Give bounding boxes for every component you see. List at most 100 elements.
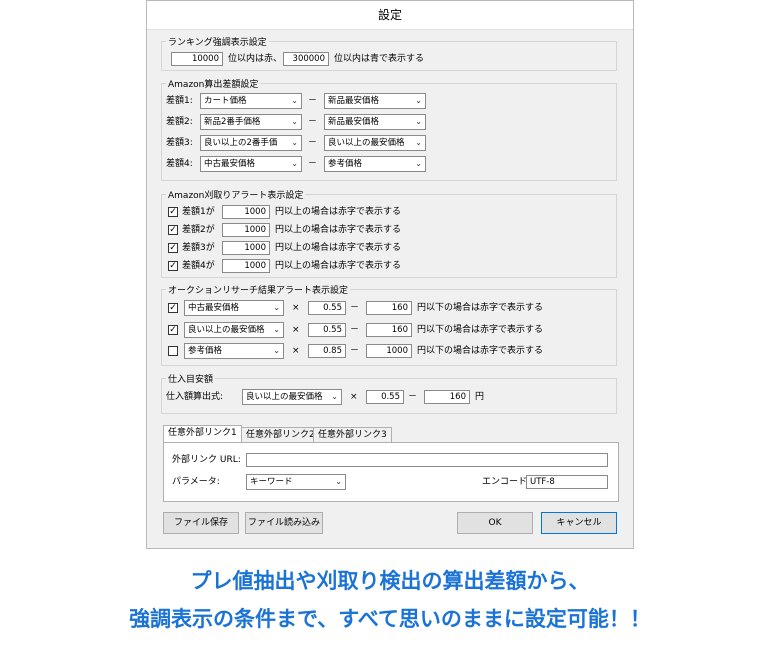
auction-minus-input[interactable]: 160: [366, 323, 412, 337]
settings-dialog: 設定 ランキング強調表示設定 10000 位以内は赤、 300000 位以内は青…: [146, 0, 634, 549]
ranking-red-input[interactable]: 10000: [171, 52, 223, 66]
diff-dash: －: [308, 159, 318, 169]
chevron-down-icon: ⌄: [415, 117, 422, 126]
tab-link-1[interactable]: 任意外部リンク1: [163, 425, 242, 443]
dash-sign: －: [408, 392, 418, 402]
auction-legend: オークションリサーチ結果アラート表示設定: [166, 283, 351, 296]
chevron-down-icon: ⌄: [331, 392, 338, 401]
ranking-blue-text: 位以内は青で表示する: [334, 54, 425, 64]
alert-row-label: 差額4が: [182, 261, 215, 271]
dash-sign: －: [350, 325, 360, 335]
auction-mult-input[interactable]: 0.85: [308, 344, 346, 358]
auction-minus-input[interactable]: 160: [366, 301, 412, 315]
auction-suffix: 円以下の場合は赤字で表示する: [417, 303, 544, 313]
purchase-group: 仕入目安額 仕入額算出式: 良い以上の最安価格 ⌄ × 0.55 － 160 円: [161, 372, 617, 414]
diff-right-select[interactable]: 新品最安価格 ⌄: [324, 114, 426, 130]
alert-value-input[interactable]: 1000: [222, 205, 270, 219]
chevron-down-icon: ⌄: [291, 159, 298, 168]
purchase-minus-input[interactable]: 160: [424, 390, 470, 404]
alert-row-label: 差額1が: [182, 207, 215, 217]
alert-value-input[interactable]: 1000: [222, 223, 270, 237]
param-label: パラメータ:: [172, 477, 220, 487]
alert-suffix: 円以上の場合は赤字で表示する: [275, 225, 402, 235]
alert-row-label: 差額3が: [182, 243, 215, 253]
save-file-button[interactable]: ファイル保存: [163, 512, 239, 534]
auction-select[interactable]: 良い以上の最安価格 ⌄: [184, 322, 284, 338]
alert-checkbox[interactable]: ✓: [168, 261, 178, 271]
purchase-select[interactable]: 良い以上の最安価格 ⌄: [242, 389, 342, 405]
ranking-blue-input[interactable]: 300000: [283, 52, 329, 66]
diff-right-select[interactable]: 新品最安価格 ⌄: [324, 93, 426, 109]
amazon-diff-group: Amazon算出差額設定 差額1: カート価格 ⌄ － 新品最安価格 ⌄ 差額2: …: [161, 77, 617, 181]
diff-left-select[interactable]: 新品2番手価格 ⌄: [200, 114, 302, 130]
diff-dash: －: [308, 138, 318, 148]
encode-label: エンコード:: [482, 477, 531, 487]
chevron-down-icon: ⌄: [415, 159, 422, 168]
amazon-diff-legend: Amazon算出差額設定: [166, 77, 261, 90]
auction-checkbox[interactable]: [168, 346, 178, 356]
diff-row-label: 差額2:: [166, 117, 193, 127]
diff-row-label: 差額4:: [166, 159, 193, 169]
auction-checkbox[interactable]: ✓: [168, 303, 178, 313]
ranking-red-text: 位以内は赤、: [228, 54, 283, 64]
purchase-label: 仕入額算出式:: [166, 392, 224, 402]
param-select[interactable]: キーワード ⌄: [246, 474, 346, 490]
diff-row-label: 差額3:: [166, 138, 193, 148]
diff-dash: －: [308, 96, 318, 106]
times-sign: ×: [292, 346, 300, 356]
url-input[interactable]: [246, 453, 608, 467]
alert-checkbox[interactable]: ✓: [168, 243, 178, 253]
purchase-legend: 仕入目安額: [166, 372, 216, 385]
caption-line-2: 強調表示の条件まで、すべて思いのままに設定可能！！: [129, 607, 651, 631]
alert-value-input[interactable]: 1000: [222, 241, 270, 255]
link-tab-panel: 外部リンク URL: パラメータ: キーワード ⌄ エンコード: UTF-8: [163, 442, 619, 502]
auction-checkbox[interactable]: ✓: [168, 325, 178, 335]
alert-suffix: 円以上の場合は赤字で表示する: [275, 207, 402, 217]
dash-sign: －: [350, 303, 360, 313]
diff-right-select[interactable]: 参考価格 ⌄: [324, 156, 426, 172]
diff-left-select[interactable]: カート価格 ⌄: [200, 93, 302, 109]
chevron-down-icon: ⌄: [291, 117, 298, 126]
chevron-down-icon: ⌄: [415, 96, 422, 105]
alert-row-label: 差額2が: [182, 225, 215, 235]
tab-link-2[interactable]: 任意外部リンク2: [241, 427, 320, 443]
times-sign: ×: [350, 392, 358, 402]
tab-link-3[interactable]: 任意外部リンク3: [313, 427, 392, 443]
alert-legend: Amazon刈取りアラート表示設定: [166, 188, 306, 201]
chevron-down-icon: ⌄: [291, 96, 298, 105]
url-label: 外部リンク URL:: [172, 455, 241, 465]
chevron-down-icon: ⌄: [273, 303, 280, 312]
chevron-down-icon: ⌄: [335, 477, 342, 486]
diff-row-label: 差額1:: [166, 96, 193, 106]
dialog-title: 設定: [147, 1, 633, 30]
chevron-down-icon: ⌄: [273, 346, 280, 355]
auction-mult-input[interactable]: 0.55: [308, 301, 346, 315]
dash-sign: －: [350, 346, 360, 356]
auction-minus-input[interactable]: 1000: [366, 344, 412, 358]
chevron-down-icon: ⌄: [273, 325, 280, 334]
times-sign: ×: [292, 325, 300, 335]
purchase-unit: 円: [475, 392, 485, 402]
auction-select[interactable]: 参考価格 ⌄: [184, 343, 284, 359]
ranking-legend: ランキング強調表示設定: [166, 35, 269, 48]
diff-dash: －: [308, 117, 318, 127]
auction-group: オークションリサーチ結果アラート表示設定 ✓ 中古最安価格 ⌄ × 0.55 － …: [161, 283, 617, 366]
alert-checkbox[interactable]: ✓: [168, 207, 178, 217]
diff-right-select[interactable]: 良い以上の最安価格 ⌄: [324, 135, 426, 151]
auction-select[interactable]: 中古最安価格 ⌄: [184, 300, 284, 316]
purchase-mult-input[interactable]: 0.55: [366, 390, 404, 404]
diff-left-select[interactable]: 良い以上の2番手価 ⌄: [200, 135, 302, 151]
caption-line-1: プレ値抽出や刈取り検出の算出差額から、: [190, 569, 590, 593]
alert-checkbox[interactable]: ✓: [168, 225, 178, 235]
chevron-down-icon: ⌄: [415, 138, 422, 147]
alert-group: Amazon刈取りアラート表示設定 ✓ 差額1が 1000 円以上の場合は赤字で…: [161, 188, 617, 278]
alert-value-input[interactable]: 1000: [222, 259, 270, 273]
diff-left-select[interactable]: 中古最安価格 ⌄: [200, 156, 302, 172]
times-sign: ×: [292, 303, 300, 313]
encode-input[interactable]: UTF-8: [526, 475, 608, 489]
ok-button[interactable]: OK: [457, 512, 533, 534]
load-file-button[interactable]: ファイル読み込み: [245, 512, 323, 534]
auction-mult-input[interactable]: 0.55: [308, 323, 346, 337]
ranking-group: ランキング強調表示設定 10000 位以内は赤、 300000 位以内は青で表示…: [161, 35, 617, 71]
cancel-button[interactable]: キャンセル: [541, 512, 617, 534]
